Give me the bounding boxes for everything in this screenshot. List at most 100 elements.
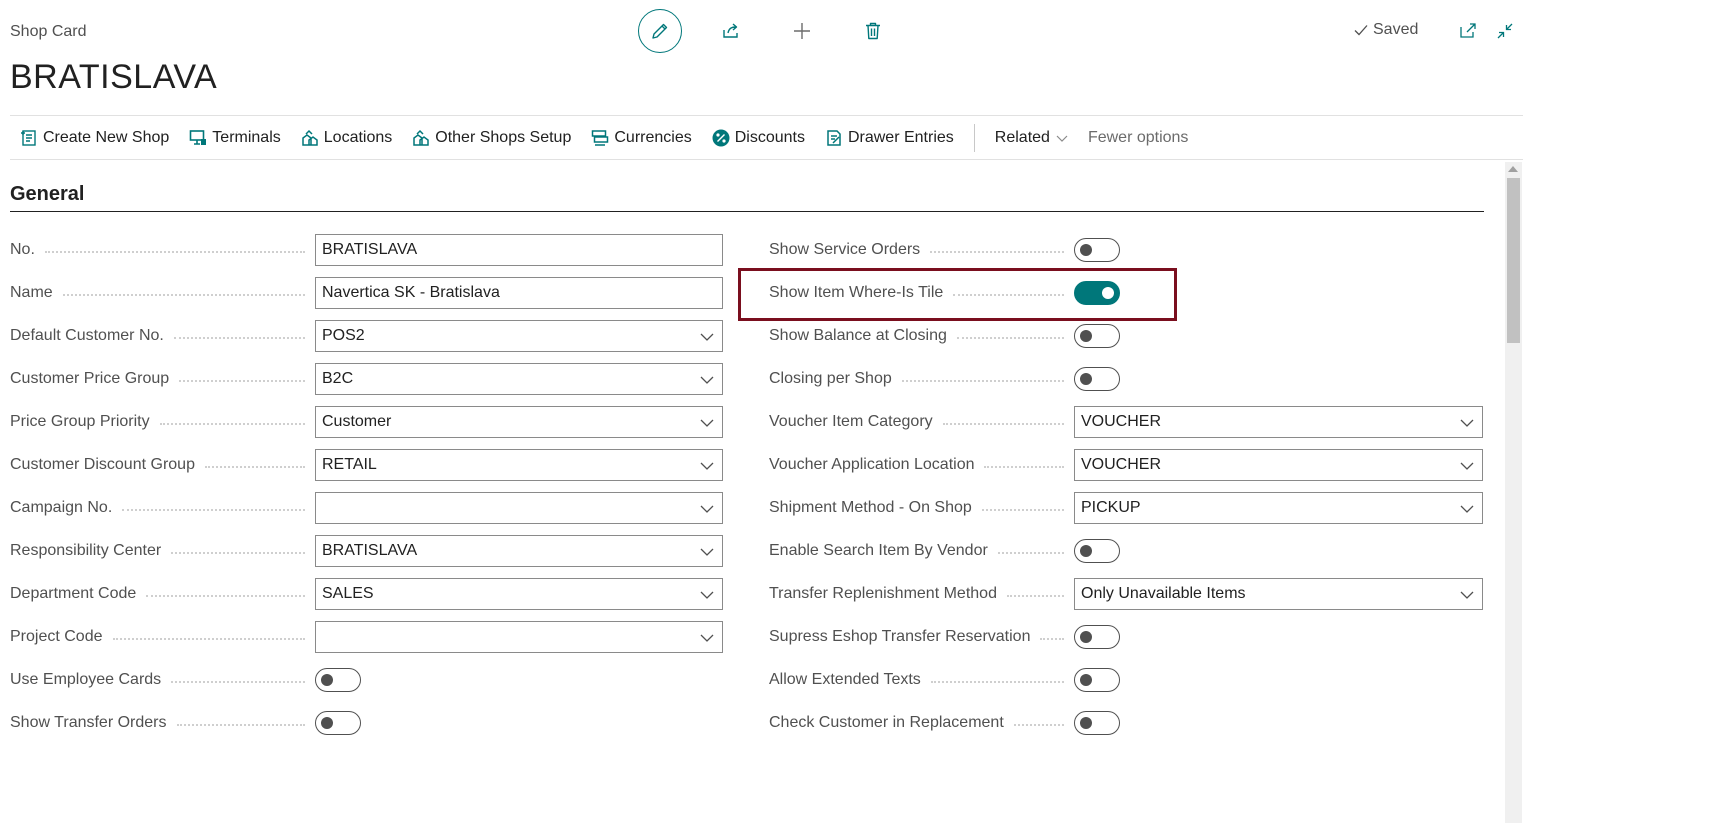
enable-search-item-by-vendor-toggle[interactable] bbox=[1074, 539, 1120, 563]
drawer-entries-action[interactable]: Drawer Entries bbox=[815, 116, 964, 159]
field-label: Project Code bbox=[10, 628, 315, 646]
field-label: Voucher Item Category bbox=[769, 413, 1074, 431]
voucher-item-category-select[interactable]: VOUCHER bbox=[1074, 406, 1483, 438]
field-label-text: Enable Search Item By Vendor bbox=[769, 542, 988, 559]
supress-eshop-transfer-reservation-toggle[interactable] bbox=[1074, 625, 1120, 649]
chevron-down-icon[interactable] bbox=[700, 631, 714, 645]
field-label-text: Allow Extended Texts bbox=[769, 671, 921, 688]
leader-dots bbox=[981, 509, 1064, 511]
field-value: BRATISLAVA bbox=[322, 542, 418, 559]
chevron-down-icon[interactable] bbox=[700, 373, 714, 387]
field-label-text: Customer Price Group bbox=[10, 370, 170, 387]
plus-icon bbox=[794, 23, 810, 39]
customer-price-group-select[interactable]: B2C bbox=[315, 363, 723, 395]
action-bar: Create New Shop Terminals Locations Othe… bbox=[10, 116, 1198, 159]
leader-dots bbox=[901, 380, 1064, 382]
default-customer-no-select[interactable]: POS2 bbox=[315, 320, 723, 352]
chevron-down-icon[interactable] bbox=[700, 588, 714, 602]
chevron-down-icon[interactable] bbox=[1460, 416, 1474, 430]
field-label: Allow Extended Texts bbox=[769, 671, 1074, 689]
scroll-up-arrow-icon[interactable] bbox=[1508, 166, 1518, 172]
no-input[interactable]: BRATISLAVA bbox=[315, 234, 723, 266]
percent-icon bbox=[712, 129, 730, 146]
create-new-shop-label: Create New Shop bbox=[43, 128, 170, 146]
chevron-down-icon[interactable] bbox=[700, 459, 714, 473]
related-menu[interactable]: Related bbox=[985, 116, 1078, 159]
top-actions bbox=[638, 9, 922, 53]
page-title: BRATISLAVA bbox=[10, 58, 218, 96]
toggle-knob bbox=[1080, 545, 1092, 557]
chevron-down-icon[interactable] bbox=[1460, 502, 1474, 516]
field-no: No. bbox=[10, 234, 315, 266]
field-project-code: Project Code bbox=[10, 621, 315, 653]
checkmark-icon bbox=[1354, 25, 1368, 36]
leader-dots bbox=[122, 509, 305, 511]
chevron-down-icon[interactable] bbox=[700, 502, 714, 516]
closing-per-shop-toggle[interactable] bbox=[1074, 367, 1120, 391]
price-group-priority-select[interactable]: Customer bbox=[315, 406, 723, 438]
chevron-down-icon[interactable] bbox=[1460, 459, 1474, 473]
delete-button[interactable] bbox=[851, 9, 895, 53]
customer-discount-group-select[interactable]: RETAIL bbox=[315, 449, 723, 481]
chevron-down-icon[interactable] bbox=[700, 330, 714, 344]
leader-dots bbox=[997, 552, 1064, 554]
discounts-action[interactable]: Discounts bbox=[702, 116, 815, 159]
field-show-service-orders: Show Service Orders bbox=[769, 234, 1074, 266]
chevron-down-icon[interactable] bbox=[1460, 588, 1474, 602]
allow-extended-texts-toggle[interactable] bbox=[1074, 668, 1120, 692]
field-label: Name bbox=[10, 284, 315, 302]
collapse-button[interactable] bbox=[1494, 20, 1516, 42]
section-title[interactable]: General bbox=[10, 183, 84, 206]
field-label: Responsibility Center bbox=[10, 542, 315, 560]
field-label-text: Responsibility Center bbox=[10, 542, 162, 559]
show-balance-at-closing-toggle[interactable] bbox=[1074, 324, 1120, 348]
field-show-transfer-orders: Show Transfer Orders bbox=[10, 707, 315, 739]
field-label-text: Department Code bbox=[10, 585, 137, 602]
field-voucher-application-location: Voucher Application Location bbox=[769, 449, 1074, 481]
drawer-entries-icon bbox=[827, 129, 841, 146]
field-department-code: Department Code bbox=[10, 578, 315, 610]
other-shops-setup-action[interactable]: Other Shops Setup bbox=[402, 116, 581, 159]
terminal-icon bbox=[189, 129, 207, 145]
shipment-method-on-shop-select[interactable]: PICKUP bbox=[1074, 492, 1483, 524]
field-price-group-priority: Price Group Priority bbox=[10, 406, 315, 438]
field-transfer-replenishment-method: Transfer Replenishment Method bbox=[769, 578, 1074, 610]
field-label: Show Transfer Orders bbox=[10, 714, 315, 732]
field-label-text: Transfer Replenishment Method bbox=[769, 585, 997, 602]
department-code-select[interactable]: SALES bbox=[315, 578, 723, 610]
share-button[interactable] bbox=[709, 9, 753, 53]
use-employee-cards-toggle[interactable] bbox=[315, 668, 361, 692]
toggle-knob bbox=[1080, 373, 1092, 385]
responsibility-center-select[interactable]: BRATISLAVA bbox=[315, 535, 723, 567]
field-customer-discount-group: Customer Discount Group bbox=[10, 449, 315, 481]
field-value: SALES bbox=[322, 585, 374, 602]
check-customer-in-replacement-toggle[interactable] bbox=[1074, 711, 1120, 735]
name-input[interactable]: Navertica SK - Bratislava bbox=[315, 277, 723, 309]
new-button[interactable] bbox=[780, 9, 824, 53]
field-value: Only Unavailable Items bbox=[1081, 585, 1246, 602]
field-value: POS2 bbox=[322, 327, 365, 344]
voucher-application-location-select[interactable]: VOUCHER bbox=[1074, 449, 1483, 481]
campaign-no-select[interactable] bbox=[315, 492, 723, 524]
field-label: Customer Discount Group bbox=[10, 456, 315, 474]
project-code-select[interactable] bbox=[315, 621, 723, 653]
chevron-down-icon[interactable] bbox=[700, 416, 714, 430]
chevron-down-icon[interactable] bbox=[700, 545, 714, 559]
scrollbar-thumb[interactable] bbox=[1507, 178, 1520, 343]
show-transfer-orders-toggle[interactable] bbox=[315, 711, 361, 735]
fewer-options-button[interactable]: Fewer options bbox=[1078, 116, 1199, 159]
edit-button[interactable] bbox=[638, 9, 682, 53]
currencies-action[interactable]: Currencies bbox=[581, 116, 701, 159]
pencil-icon bbox=[652, 23, 668, 39]
leader-dots bbox=[173, 337, 305, 339]
field-label: Default Customer No. bbox=[10, 327, 315, 345]
create-new-shop-action[interactable]: Create New Shop bbox=[10, 116, 179, 159]
transfer-replenishment-method-select[interactable]: Only Unavailable Items bbox=[1074, 578, 1483, 610]
field-label: Department Code bbox=[10, 585, 315, 603]
field-label: Campaign No. bbox=[10, 499, 315, 517]
open-new-window-button[interactable] bbox=[1457, 20, 1479, 42]
field-allow-extended-texts: Allow Extended Texts bbox=[769, 664, 1074, 696]
locations-action[interactable]: Locations bbox=[291, 116, 403, 159]
show-service-orders-toggle[interactable] bbox=[1074, 238, 1120, 262]
terminals-action[interactable]: Terminals bbox=[179, 116, 290, 159]
